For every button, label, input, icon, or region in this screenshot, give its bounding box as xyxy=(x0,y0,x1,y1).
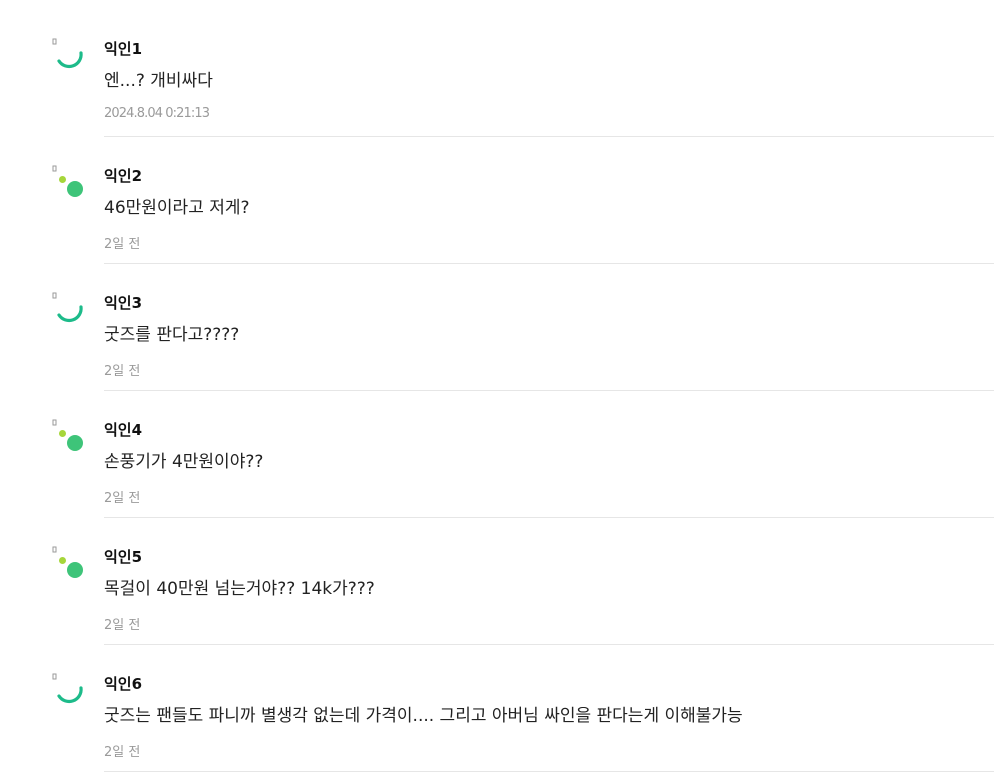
comment-text: 손풍기가 4만원이야?? xyxy=(104,452,264,472)
comment-author[interactable]: 익인5 xyxy=(104,546,142,567)
comment-text: 목걸이 40만원 넘는거야?? 14k가??? xyxy=(104,579,375,599)
comment-text: 굿즈는 팬들도 파니까 별생각 없는데 가격이.... 그리고 아버님 싸인을 … xyxy=(104,706,743,726)
comment-timestamp: 2일 전 xyxy=(104,618,141,633)
comment-item: 익인5 목걸이 40만원 넘는거야?? 14k가??? 2일 전 xyxy=(0,545,994,672)
comment-divider xyxy=(104,644,994,645)
comment-author[interactable]: 익인4 xyxy=(104,419,142,440)
comment-divider xyxy=(104,517,994,518)
comment-timestamp: 2일 전 xyxy=(104,491,141,506)
dots-avatar-icon[interactable] xyxy=(50,164,86,200)
comment-item: 익인1 엔...? 개비싸다 2024.8.04 0:21:13 xyxy=(0,37,994,164)
comment-divider xyxy=(104,390,994,391)
comment-author[interactable]: 익인3 xyxy=(104,292,142,313)
comment-timestamp: 2024.8.04 0:21:13 xyxy=(104,106,210,121)
comment-list: 익인1 엔...? 개비싸다 2024.8.04 0:21:13 익인2 46만… xyxy=(0,0,994,777)
comment-item: 익인6 굿즈는 팬들도 파니까 별생각 없는데 가격이.... 그리고 아버님 … xyxy=(0,672,994,777)
comment-item: 익인4 손풍기가 4만원이야?? 2일 전 xyxy=(0,418,994,545)
comment-author[interactable]: 익인1 xyxy=(104,38,142,59)
comment-divider xyxy=(104,136,994,137)
comment-text: 엔...? 개비싸다 xyxy=(104,71,213,91)
comment-item: 익인3 굿즈를 판다고???? 2일 전 xyxy=(0,291,994,418)
comment-timestamp: 2일 전 xyxy=(104,237,141,252)
comment-text: 46만원이라고 저게? xyxy=(104,198,250,218)
comment-timestamp: 2일 전 xyxy=(104,745,141,760)
comment-text: 굿즈를 판다고???? xyxy=(104,325,240,345)
arc-avatar-icon[interactable] xyxy=(50,37,86,73)
comment-author[interactable]: 익인6 xyxy=(104,673,142,694)
arc-avatar-icon[interactable] xyxy=(50,291,86,327)
dots-avatar-icon[interactable] xyxy=(50,418,86,454)
dots-avatar-icon[interactable] xyxy=(50,545,86,581)
arc-avatar-icon[interactable] xyxy=(50,672,86,708)
comment-divider xyxy=(104,771,994,772)
comment-divider xyxy=(104,263,994,264)
comment-item: 익인2 46만원이라고 저게? 2일 전 xyxy=(0,164,994,291)
comment-author[interactable]: 익인2 xyxy=(104,165,142,186)
comment-timestamp: 2일 전 xyxy=(104,364,141,379)
